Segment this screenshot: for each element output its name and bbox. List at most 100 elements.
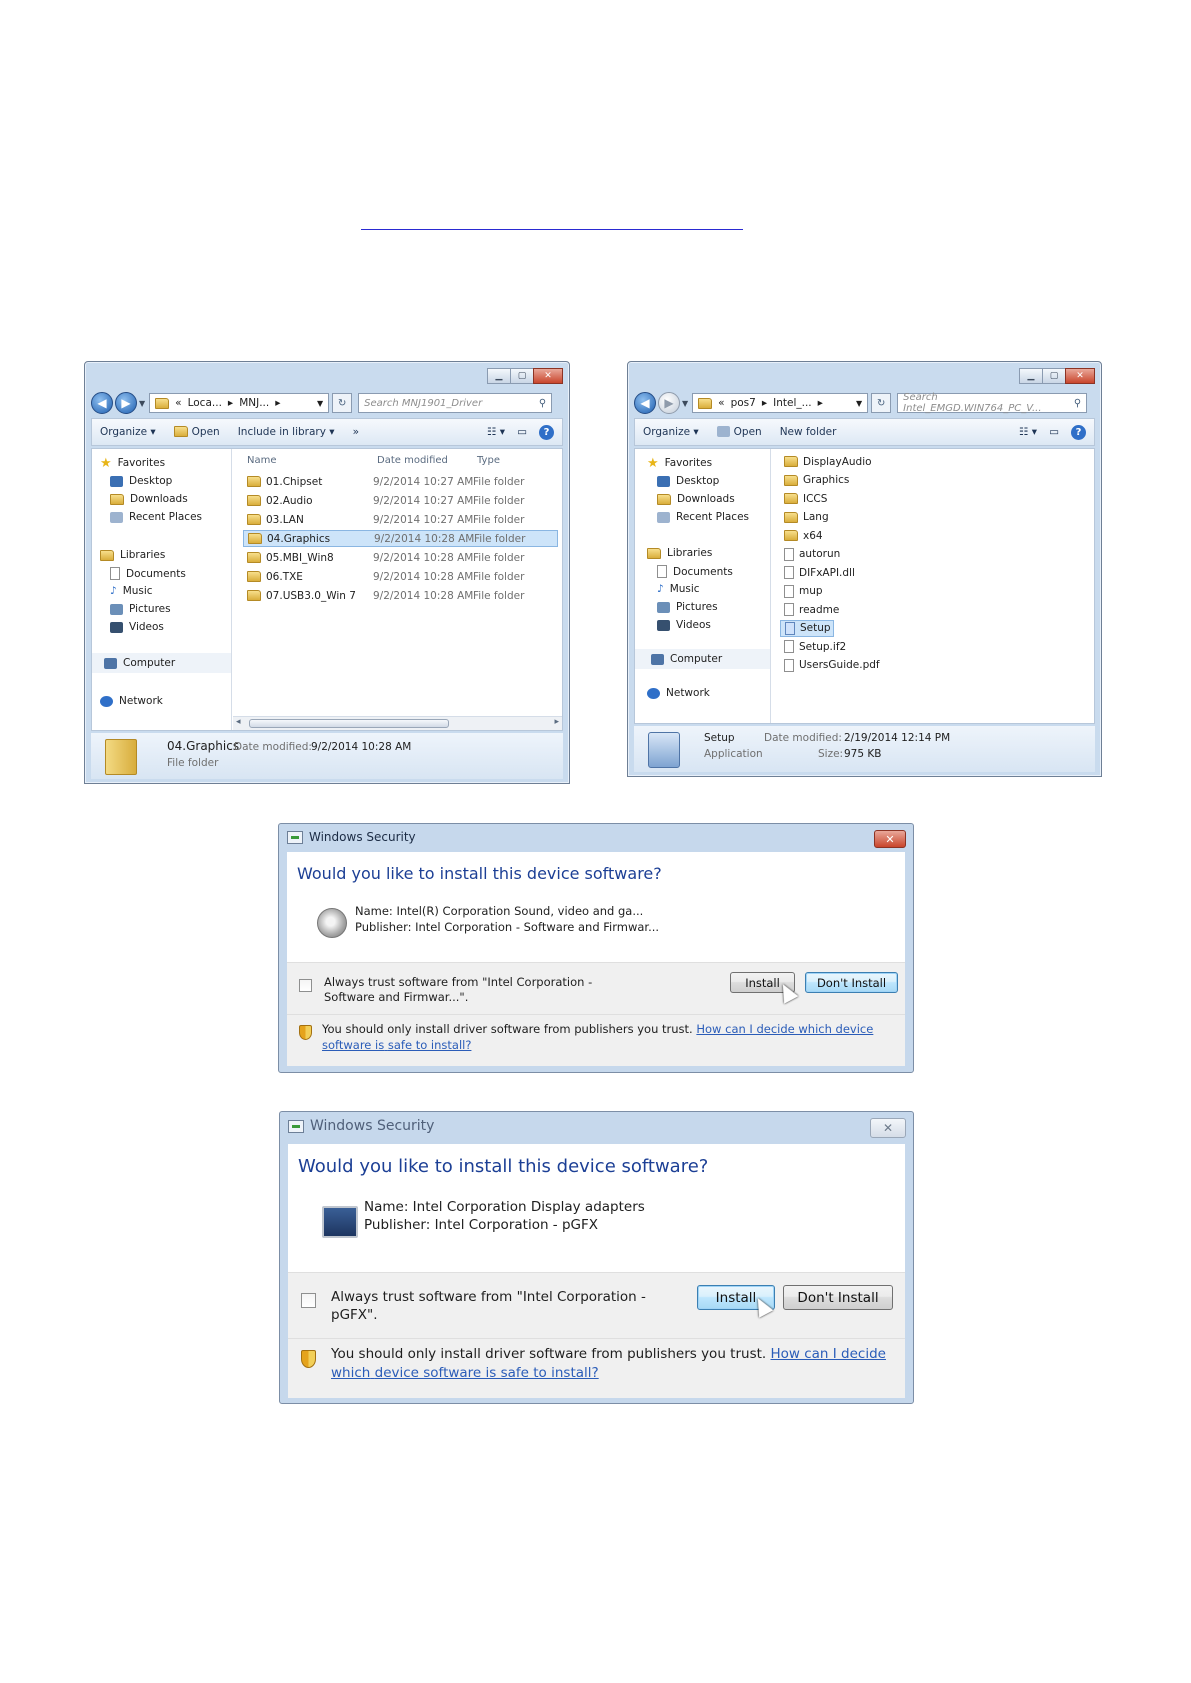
nav-network[interactable]: Network	[647, 687, 710, 699]
list-item[interactable]: ICCS	[780, 490, 930, 507]
table-row[interactable]: 04.Graphics 9/2/2014 10:28 AM File folder	[243, 530, 558, 547]
include-in-library-menu[interactable]: Include in library ▾	[238, 426, 335, 438]
help-icon[interactable]: ?	[539, 424, 554, 440]
organize-menu[interactable]: Organize ▾	[100, 426, 156, 438]
details-kind: Application	[704, 748, 763, 760]
table-row[interactable]: 07.USB3.0_Win 7 9/2/2014 10:28 AM File fol…	[243, 587, 558, 604]
always-trust-checkbox[interactable]	[301, 1293, 316, 1308]
horizontal-scrollbar[interactable]: ◂ ▸	[233, 716, 562, 730]
nav-network[interactable]: Network	[100, 695, 163, 707]
file-icon	[784, 566, 794, 579]
preview-pane-icon[interactable]: ▭	[517, 426, 527, 438]
nav-videos[interactable]: Videos	[110, 621, 164, 633]
views-icon[interactable]: ☷ ▾	[1019, 426, 1037, 438]
nav-documents[interactable]: Documents	[110, 567, 186, 580]
address-dropdown-icon[interactable]: ▼	[856, 399, 862, 408]
list-item[interactable]: x64	[780, 527, 930, 544]
nav-desktop[interactable]: Desktop	[657, 475, 719, 487]
table-row[interactable]: 03.LAN 9/2/2014 10:27 AM File folder	[243, 511, 558, 528]
preview-pane-icon[interactable]: ▭	[1049, 426, 1059, 438]
search-input[interactable]: Search Intel_EMGD.WIN764_PC_V... ⚲	[897, 392, 1088, 414]
dont-install-button[interactable]: Don't Install	[783, 1285, 893, 1310]
close-button[interactable]: ✕	[533, 368, 563, 384]
nav-music[interactable]: ♪ Music	[657, 583, 700, 595]
nav-libraries[interactable]: Libraries	[647, 547, 712, 559]
nav-recent-places[interactable]: Recent Places	[657, 511, 749, 523]
nav-videos[interactable]: Videos	[657, 619, 711, 631]
device-name: Name: Intel Corporation Display adapters	[364, 1199, 645, 1215]
breadcrumb-overflow[interactable]: «	[175, 397, 181, 409]
scroll-left-icon[interactable]: ◂	[236, 717, 241, 727]
list-item[interactable]: mup	[780, 583, 930, 600]
nav-documents[interactable]: Documents	[657, 565, 733, 578]
column-header-name[interactable]: Name	[247, 455, 277, 466]
refresh-icon[interactable]: ↻	[332, 393, 353, 413]
column-header-type[interactable]: Type	[477, 455, 500, 466]
nav-downloads[interactable]: Downloads	[110, 493, 188, 505]
organize-menu[interactable]: Organize ▾	[643, 426, 699, 438]
refresh-icon[interactable]: ↻	[871, 393, 892, 413]
open-button[interactable]: Open	[716, 426, 762, 438]
help-icon[interactable]: ?	[1071, 424, 1086, 440]
forward-icon[interactable]: ▶	[115, 392, 137, 414]
table-row[interactable]: 05.MBI_Win8 9/2/2014 10:28 AM File folder	[243, 549, 558, 566]
nav-pictures[interactable]: Pictures	[110, 603, 171, 615]
forward-icon[interactable]: ▶	[658, 392, 680, 414]
nav-libraries[interactable]: Libraries	[100, 549, 165, 561]
nav-favorites[interactable]: ★ Favorites	[100, 457, 165, 470]
nav-favorites[interactable]: ★ Favorites	[647, 457, 712, 470]
always-trust-checkbox[interactable]	[299, 979, 312, 992]
table-row[interactable]: 01.Chipset 9/2/2014 10:27 AM File folder	[243, 473, 558, 490]
list-item[interactable]: autorun	[780, 546, 930, 563]
breadcrumb-item[interactable]: MNJ...	[239, 397, 269, 409]
close-button[interactable]: ✕	[870, 1118, 906, 1138]
table-row[interactable]: 02.Audio 9/2/2014 10:27 AM File folder	[243, 492, 558, 509]
history-dropdown-icon[interactable]: ▼	[682, 399, 688, 408]
nav-pictures[interactable]: Pictures	[657, 601, 718, 613]
maximize-button[interactable]: ▢	[510, 368, 534, 384]
breadcrumb-overflow[interactable]: «	[718, 397, 724, 409]
file-list: DisplayAudio Graphics ICCS Lang x64 autorun DI…	[772, 449, 1094, 723]
list-item[interactable]: Setup.if2	[780, 638, 930, 655]
scrollbar-thumb[interactable]	[249, 719, 449, 728]
list-item[interactable]: DIFxAPI.dll	[780, 564, 930, 581]
address-bar[interactable]: « Loca... ▸ MNJ... ▸ ▼	[149, 393, 330, 413]
maximize-button[interactable]: ▢	[1042, 368, 1066, 384]
list-item[interactable]: Graphics	[780, 472, 930, 489]
minimize-button[interactable]: ▁	[487, 368, 511, 384]
close-button[interactable]: ✕	[1065, 368, 1095, 384]
more-commands-button[interactable]: »	[353, 426, 359, 438]
list-item[interactable]: Setup	[780, 619, 834, 637]
recent-places-icon	[657, 511, 670, 523]
address-dropdown-icon[interactable]: ▼	[317, 399, 323, 408]
list-item[interactable]: Lang	[780, 509, 930, 526]
dont-install-button[interactable]: Don't Install	[805, 972, 898, 993]
open-button[interactable]: Open	[173, 426, 220, 438]
back-icon[interactable]: ◀	[634, 392, 656, 414]
address-bar[interactable]: « pos7 ▸ Intel_... ▸ ▼	[692, 393, 869, 413]
new-folder-button[interactable]: New folder	[780, 426, 837, 438]
nav-recent-places[interactable]: Recent Places	[110, 511, 202, 523]
nav-music[interactable]: ♪ Music	[110, 585, 153, 597]
nav-downloads[interactable]: Downloads	[657, 493, 735, 505]
column-header-date[interactable]: Date modified	[377, 455, 448, 466]
list-item[interactable]: UsersGuide.pdf	[780, 657, 930, 674]
nav-computer[interactable]: Computer	[92, 653, 231, 673]
list-item[interactable]: readme	[780, 601, 930, 618]
always-trust-label: Always trust software from "Intel Corpor…	[324, 975, 593, 1004]
breadcrumb-item[interactable]: pos7	[731, 397, 756, 409]
list-item[interactable]: DisplayAudio	[780, 453, 930, 470]
close-button[interactable]: ✕	[874, 830, 906, 848]
table-row[interactable]: 06.TXE 9/2/2014 10:28 AM File folder	[243, 568, 558, 585]
minimize-button[interactable]: ▁	[1019, 368, 1043, 384]
nav-desktop[interactable]: Desktop	[110, 475, 172, 487]
history-dropdown-icon[interactable]: ▼	[139, 399, 145, 408]
breadcrumb-item[interactable]: Intel_...	[773, 397, 812, 409]
nav-computer[interactable]: Computer	[635, 649, 770, 669]
back-icon[interactable]: ◀	[91, 392, 113, 414]
row-date: 9/2/2014 10:28 AM	[373, 570, 474, 583]
breadcrumb-item[interactable]: Loca...	[188, 397, 222, 409]
search-input[interactable]: Search MNJ1901_Driver ⚲	[358, 393, 553, 413]
scroll-right-icon[interactable]: ▸	[554, 717, 559, 727]
views-icon[interactable]: ☷ ▾	[487, 426, 505, 438]
